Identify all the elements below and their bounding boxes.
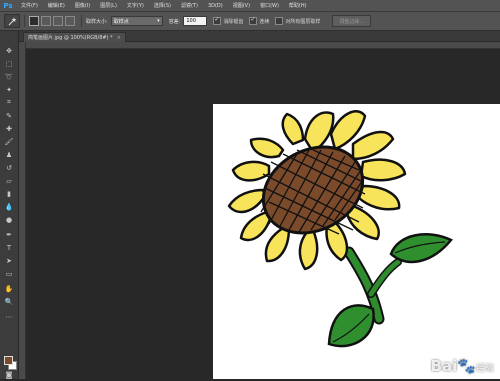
options-bar: 取样大小: 取样点 ▾ 容差: 100 消除锯齿 连续 对所有图层取样 调整边缘… (0, 12, 500, 31)
anti-alias-label: 消除锯齿 (223, 18, 244, 25)
document-tab-bar: 简笔画图片.jpg @ 100%(RGB/8#) * × (19, 31, 500, 42)
pen-tool-icon[interactable]: ✒ (3, 229, 15, 240)
menu-help[interactable]: 帮助(H) (284, 2, 312, 9)
eyedropper-tool-icon[interactable]: ✎ (3, 110, 15, 121)
menu-window[interactable]: 窗口(W) (255, 2, 284, 9)
crop-tool-icon[interactable]: ⌗ (3, 97, 15, 108)
tolerance-input[interactable]: 100 (183, 16, 208, 26)
marquee-tool-icon[interactable]: ⬚ (3, 58, 15, 69)
sample-size-value: 取样点 (113, 18, 129, 25)
watermark-brand: Bai (430, 357, 458, 375)
move-tool-icon[interactable]: ✥ (3, 45, 15, 56)
anti-alias-checkbox[interactable]: 消除锯齿 (213, 16, 244, 25)
magic-wand-tool-preset-button[interactable] (4, 14, 20, 28)
menu-image[interactable]: 图像(I) (70, 2, 95, 9)
paw-icon: 🐾 (457, 357, 476, 375)
menu-filter[interactable]: 滤镜(T) (176, 2, 203, 9)
blur-tool-icon[interactable]: 💧 (3, 201, 15, 212)
menu-bar: Ps 文件(F) 编辑(E) 图像(I) 图层(L) 文字(Y) 选择(S) 滤… (0, 0, 500, 12)
intersect-selection-button[interactable] (65, 16, 75, 26)
menu-type[interactable]: 文字(Y) (122, 2, 149, 9)
sunflower-drawing (227, 110, 453, 348)
document-tab-title: 简笔画图片.jpg @ 100%(RGB/8#) * (28, 35, 113, 41)
lasso-tool-icon[interactable]: ➰ (3, 71, 15, 82)
type-tool-icon[interactable]: T (3, 242, 15, 253)
new-selection-button[interactable] (29, 16, 39, 26)
more-tools-icon[interactable]: ⋯ (3, 311, 15, 322)
vertical-ruler[interactable] (19, 42, 26, 379)
watermark: Bai🐾经验 (431, 357, 494, 375)
subtract-from-selection-button[interactable] (53, 16, 63, 26)
eraser-tool-icon[interactable]: ▱ (3, 175, 15, 186)
horizontal-ruler[interactable] (26, 42, 500, 49)
divider (81, 15, 82, 27)
contiguous-label: 连续 (259, 18, 270, 25)
menu-file[interactable]: 文件(F) (16, 2, 43, 9)
contiguous-checkbox[interactable]: 连续 (249, 16, 270, 25)
foreground-color-swatch[interactable] (4, 356, 13, 365)
menu-layer[interactable]: 图层(L) (95, 2, 122, 9)
document-canvas[interactable]: Bai🐾经验 (213, 104, 500, 379)
menu-3d[interactable]: 3D(D) (203, 3, 228, 9)
checkbox-checked-icon (213, 16, 222, 25)
checkbox-checked-icon (249, 16, 258, 25)
menu-view[interactable]: 视图(V) (228, 2, 255, 9)
watermark-sub: 经验 (475, 364, 494, 374)
clone-stamp-tool-icon[interactable]: ♟ (3, 149, 15, 160)
document-tab[interactable]: 简笔画图片.jpg @ 100%(RGB/8#) * × (23, 32, 126, 42)
healing-brush-tool-icon[interactable]: ✚ (3, 123, 15, 134)
menu-edit[interactable]: 编辑(E) (43, 2, 70, 9)
menu-select[interactable]: 选择(S) (149, 2, 176, 9)
hand-tool-icon[interactable]: ✋ (3, 283, 15, 294)
history-brush-tool-icon[interactable]: ↺ (3, 162, 15, 173)
add-to-selection-button[interactable] (41, 16, 51, 26)
refine-edge-button[interactable]: 调整边缘... (332, 15, 372, 27)
tools-panel: ✥ ⬚ ➰ ✦ ⌗ ✎ ✚ 🖌 ♟ ↺ ▱ ▮ 💧 ● ✒ T ➤ ▭ ✋ 🔍 … (0, 31, 19, 379)
path-selection-tool-icon[interactable]: ➤ (3, 255, 15, 266)
photoshop-logo: Ps (3, 1, 13, 10)
tolerance-label: 容差: (168, 18, 181, 25)
divider (24, 15, 25, 27)
dodge-tool-icon[interactable]: ● (3, 214, 15, 225)
sample-size-label: 取样大小: (86, 18, 108, 25)
gradient-tool-icon[interactable]: ▮ (3, 188, 15, 199)
sample-size-select[interactable]: 取样点 ▾ (110, 16, 163, 26)
rectangle-tool-icon[interactable]: ▭ (3, 268, 15, 279)
checkbox-unchecked-icon (275, 17, 284, 25)
magic-wand-tool-icon[interactable]: ✦ (3, 84, 15, 95)
close-icon[interactable]: × (117, 35, 121, 41)
sample-all-layers-checkbox[interactable]: 对所有图层取样 (275, 17, 320, 25)
zoom-tool-icon[interactable]: 🔍 (3, 296, 15, 307)
brush-tool-icon[interactable]: 🖌 (3, 136, 15, 147)
magic-wand-icon (8, 16, 17, 25)
chevron-down-icon: ▾ (157, 18, 160, 24)
quick-mask-icon[interactable]: ◙ (3, 369, 15, 380)
sample-all-layers-label: 对所有图层取样 (285, 18, 321, 25)
